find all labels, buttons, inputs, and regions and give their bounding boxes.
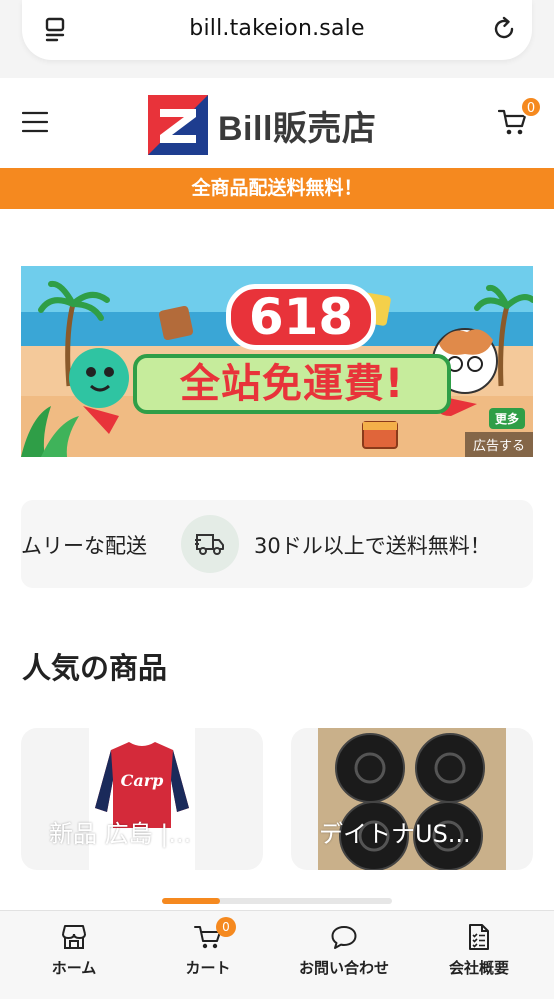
delivery-truck-icon bbox=[195, 534, 224, 555]
product-card[interactable]: Carp 新品 広島 |... bbox=[21, 728, 263, 870]
nav-company-label: 会社概要 bbox=[448, 959, 509, 977]
banner-headline: 全站免運費! bbox=[133, 354, 451, 414]
cart-count-badge: 0 bbox=[520, 96, 542, 118]
nav-cart[interactable]: 0 カート bbox=[148, 917, 268, 978]
product-card[interactable]: デイトナUS... bbox=[291, 728, 533, 870]
section-title-popular: 人気の商品 bbox=[22, 651, 168, 685]
shipping-text-right: 30ドル以上で送料無料！ bbox=[254, 534, 491, 558]
carousel-indicator-active bbox=[162, 898, 220, 904]
reload-icon[interactable] bbox=[490, 15, 518, 43]
logo-mark-icon bbox=[148, 95, 208, 155]
ad-label: 広告する bbox=[464, 432, 533, 457]
carousel-indicator bbox=[162, 898, 392, 904]
url-text[interactable]: bill.takeion.sale bbox=[22, 16, 532, 41]
nav-contact[interactable]: お問い合わせ bbox=[284, 923, 404, 978]
ad-banner[interactable]: 618 全站免運費! 更多 広告する bbox=[21, 266, 533, 457]
store-icon bbox=[62, 925, 86, 949]
site-header: Bill販売店 0 bbox=[0, 78, 554, 168]
nav-company[interactable]: 会社概要 bbox=[419, 923, 539, 978]
address-bar[interactable]: bill.takeion.sale bbox=[22, 0, 532, 60]
nav-home[interactable]: ホーム bbox=[14, 923, 134, 978]
nav-contact-label: お問い合わせ bbox=[298, 959, 389, 977]
product-title[interactable]: デイトナUS... bbox=[319, 814, 471, 849]
shipping-text-left: ムリーな配送 bbox=[21, 534, 147, 558]
svg-text:Carp: Carp bbox=[121, 771, 164, 790]
hamburger-menu-icon[interactable] bbox=[22, 111, 48, 133]
free-shipping-strip: 全商品配送料無料！ bbox=[0, 168, 554, 209]
nav-home-label: ホーム bbox=[51, 959, 97, 977]
logo-text: Bill販売店 bbox=[218, 109, 377, 148]
chat-icon bbox=[331, 926, 357, 949]
mascot-green-icon bbox=[69, 348, 129, 434]
shipping-info-bar: ムリーな配送 30ドル以上で送料無料！ bbox=[21, 500, 533, 588]
nav-cart-badge: 0 bbox=[216, 917, 236, 937]
browser-chrome: bill.takeion.sale bbox=[0, 0, 554, 78]
header-cart-button[interactable]: 0 bbox=[497, 96, 542, 136]
bottom-navigation: ホーム 0 カート お問い合わせ 会社概要 bbox=[0, 910, 554, 999]
banner-number: 618 bbox=[226, 284, 376, 350]
nav-cart-label: カート bbox=[185, 959, 231, 977]
product-carousel[interactable]: Carp 新品 広島 |... デイトナUS... bbox=[21, 728, 554, 870]
banner-more-label[interactable]: 更多 bbox=[488, 408, 525, 429]
product-title[interactable]: 新品 広島 |... bbox=[49, 814, 191, 849]
truck-icon-circle bbox=[181, 515, 239, 573]
document-icon bbox=[469, 924, 489, 950]
site-logo[interactable]: Bill販売店 bbox=[148, 95, 376, 155]
